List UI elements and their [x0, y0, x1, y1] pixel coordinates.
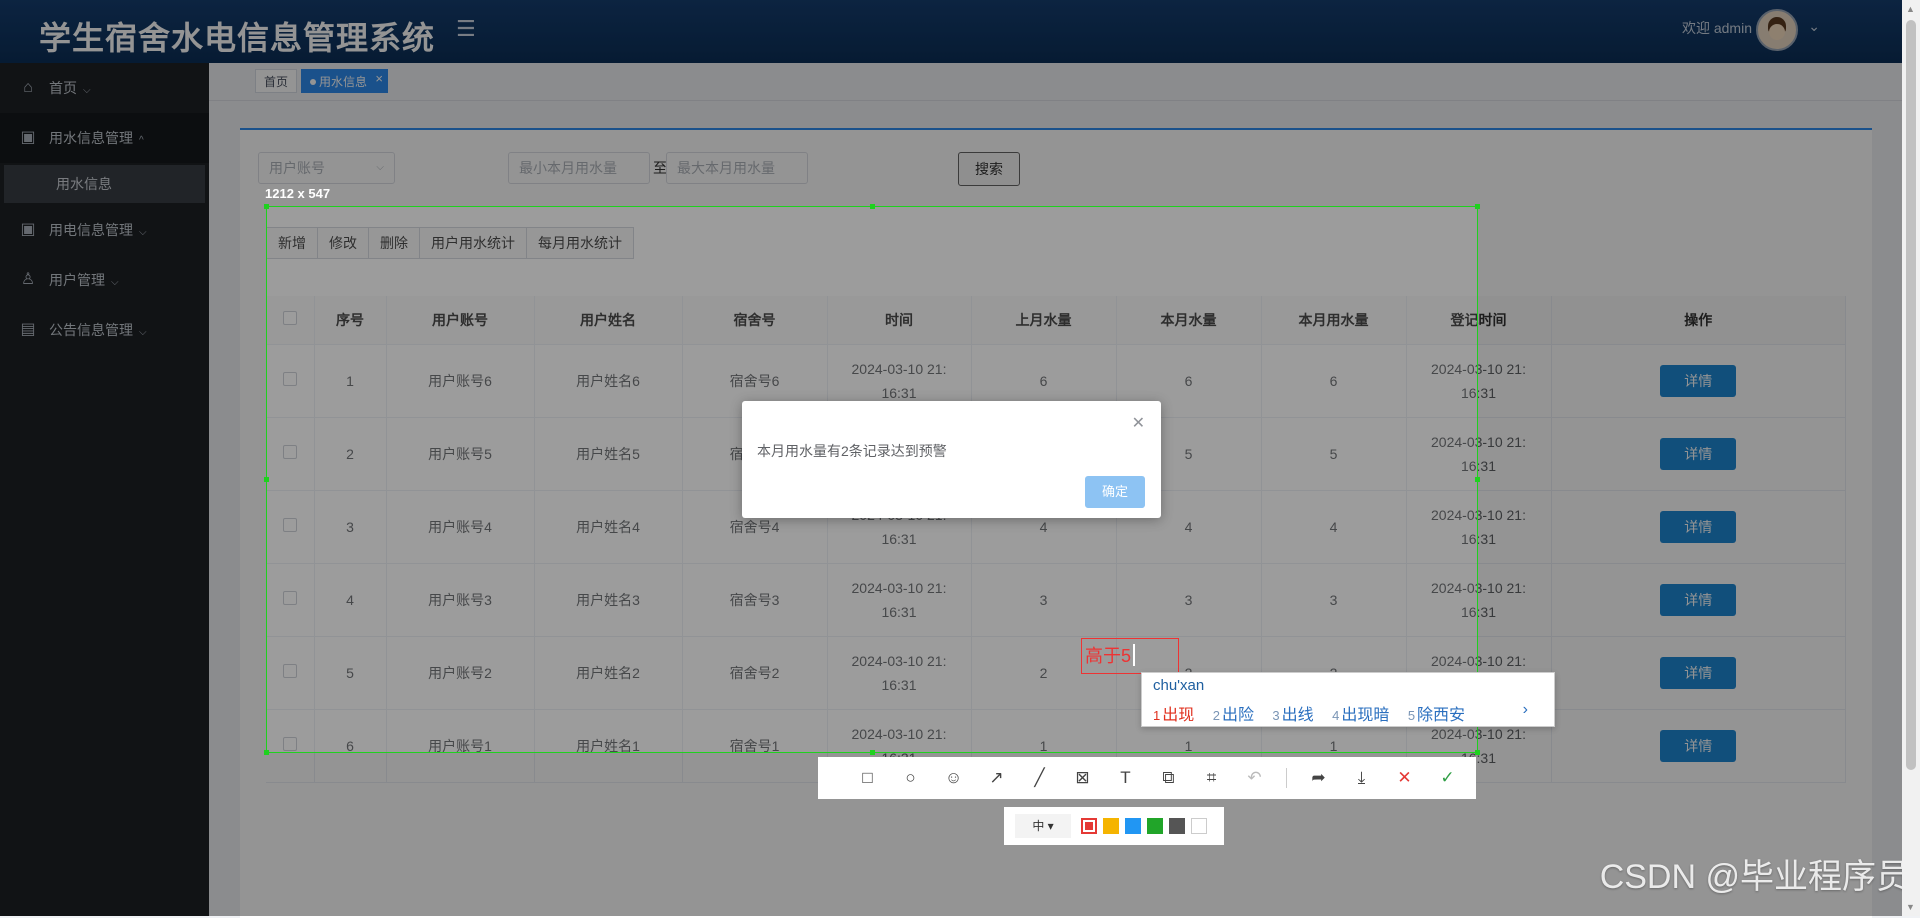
- ime-candidate[interactable]: 4 出现暗: [1332, 707, 1389, 724]
- alert-dialog: ✕ 本月用水量有2条记录达到预警 确定: [742, 401, 1161, 518]
- ime-pinyin: chu'xan: [1153, 677, 1205, 694]
- resize-handle[interactable]: [264, 477, 269, 482]
- color-swatch-gray[interactable]: [1169, 818, 1185, 834]
- ime-candidate[interactable]: 2 出险: [1213, 707, 1254, 724]
- resize-handle[interactable]: [1475, 204, 1480, 209]
- chevron-right-icon[interactable]: ›: [1523, 701, 1528, 719]
- confirm-icon[interactable]: ✓: [1426, 768, 1469, 788]
- close-icon[interactable]: ✕: [1132, 413, 1145, 433]
- mosaic-icon[interactable]: ⊠: [1061, 768, 1104, 788]
- resize-handle[interactable]: [264, 204, 269, 209]
- pin-icon[interactable]: ⧉: [1147, 768, 1190, 788]
- undo-icon[interactable]: ↶: [1233, 768, 1276, 788]
- toolbar-divider: [1286, 768, 1287, 788]
- watermark: CSDN @毕业程序员: [1599, 858, 1910, 896]
- ime-candidate[interactable]: 3 出线: [1272, 707, 1313, 724]
- resize-handle[interactable]: [870, 750, 875, 755]
- color-swatch-yellow[interactable]: [1103, 818, 1119, 834]
- ime-candidate-window: chu'xan 1 出现 2 出险 3 出线 4 出现暗 5 除西安 ›: [1141, 672, 1555, 727]
- font-size-select[interactable]: 中 ▾: [1015, 814, 1071, 838]
- rectangle-icon[interactable]: □: [846, 768, 889, 788]
- scroll-up-icon[interactable]: ▲: [1906, 4, 1915, 14]
- resize-handle[interactable]: [1475, 477, 1480, 482]
- page-scrollbar[interactable]: ▲ ▼: [1902, 0, 1920, 916]
- text-cursor: [1133, 644, 1136, 666]
- download-icon[interactable]: ⤓: [1340, 768, 1383, 788]
- ellipse-icon[interactable]: ○: [889, 768, 932, 788]
- scroll-down-icon[interactable]: ▼: [1906, 902, 1915, 912]
- capture-toolbar: □ ○ ☺ ↗ ╱ ⊠ T ⧉ ⌗ ↶ ➦ ⤓ ✕ ✓: [818, 757, 1476, 799]
- resize-handle[interactable]: [264, 750, 269, 755]
- ime-candidate[interactable]: 5 除西安: [1408, 707, 1465, 724]
- pen-icon[interactable]: ╱: [1018, 768, 1061, 788]
- color-swatch-green[interactable]: [1147, 818, 1163, 834]
- color-swatch-red[interactable]: [1081, 818, 1097, 834]
- cancel-icon[interactable]: ✕: [1383, 768, 1426, 788]
- annotation-text: 高于5: [1085, 646, 1132, 666]
- style-palette: 中 ▾: [1004, 807, 1224, 845]
- resize-handle[interactable]: [870, 204, 875, 209]
- capture-size-label: 1212 x 547: [265, 186, 331, 201]
- ocr-icon[interactable]: ⌗: [1190, 768, 1233, 788]
- color-swatch-white[interactable]: [1191, 818, 1207, 834]
- resize-handle[interactable]: [1475, 750, 1480, 755]
- share-icon[interactable]: ➦: [1297, 768, 1340, 788]
- arrow-icon[interactable]: ↗: [975, 768, 1018, 788]
- ime-candidates: 1 出现 2 出险 3 出线 4 出现暗 5 除西安: [1153, 701, 1479, 725]
- alert-message: 本月用水量有2条记录达到预警: [757, 443, 947, 459]
- ime-candidate[interactable]: 1 出现: [1153, 707, 1194, 724]
- scrollbar-thumb[interactable]: [1906, 20, 1916, 770]
- confirm-button[interactable]: 确定: [1085, 476, 1145, 508]
- text-tool-icon[interactable]: T: [1104, 768, 1147, 788]
- emoji-icon[interactable]: ☺: [932, 768, 975, 788]
- color-swatch-blue[interactable]: [1125, 818, 1141, 834]
- annotation-text-box[interactable]: 高于5: [1081, 638, 1179, 674]
